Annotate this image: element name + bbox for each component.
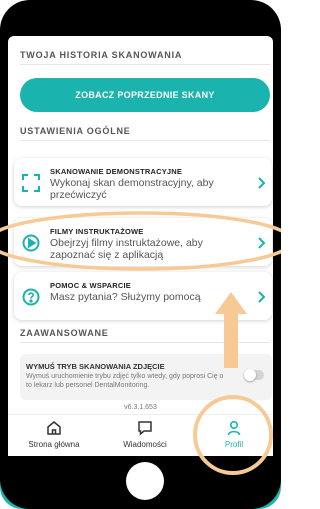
chevron-right-icon [256,236,266,249]
bottom-tab-bar: Strona główna Wiadomości Profil [8,414,273,456]
demo-scan-item[interactable]: SKANOWANIE DEMONSTRACYJNE Wykonaj skan d… [14,158,272,206]
divider [20,64,270,65]
home-icon [45,419,63,437]
tab-home[interactable]: Strona główna [14,419,94,453]
previous-scans-button[interactable]: ZOBACZ POPRZEDNIE SKANY [20,78,270,112]
demo-scan-title: SKANOWANIE DEMONSTRACYJNE [50,167,183,176]
tab-messages[interactable]: Wiadomości [105,419,185,453]
settings-section-title: USTAWIENIA OGÓLNE [20,126,131,136]
force-photo-mode-description: Wymuś uruchomienie trybu zdjęć tylko wte… [26,373,224,389]
help-icon [21,287,41,307]
help-support-title: POMOC & WSPARCIE [50,281,131,290]
tab-profile[interactable]: Profil [194,419,273,453]
tutorial-videos-item[interactable]: FILMY INSTRUKTAŻOWE Obejrzyj filmy instr… [14,218,272,266]
tab-profile-label: Profil [224,440,244,449]
divider [20,140,270,141]
app-screen: TWOJA HISTORIA SKANOWANIA ZOBACZ POPRZED… [8,36,273,456]
help-support-item[interactable]: POMOC & WSPARCIE Masz pytania? Służymy p… [14,272,272,320]
advanced-section-title: ZAAWANSOWANE [20,328,109,338]
tutorial-videos-description: Obejrzyj filmy instruktażowe, aby zapozn… [50,237,203,261]
help-support-description: Masz pytania? Służymy pomocą [50,291,201,303]
app-version: v6.3.1.653 [124,404,157,411]
tutorial-videos-title: FILMY INSTRUKTAŻOWE [50,227,144,236]
force-photo-mode-setting: WYMUŚ TRYB SKANOWANIA ZDJĘCIE Wymuś uruc… [20,354,272,400]
force-photo-mode-toggle[interactable] [244,369,264,381]
home-hardware-button[interactable] [126,462,164,500]
divider [20,342,270,343]
message-icon [136,419,154,437]
profile-icon [225,419,243,437]
toggle-knob [244,369,256,381]
chevron-right-icon [256,290,266,303]
demo-scan-description: Wykonaj skan demonstracyjny, aby przećwi… [50,177,214,201]
force-photo-mode-title: WYMUŚ TRYB SKANOWANIA ZDJĘCIE [26,362,165,371]
play-icon [21,233,41,253]
scan-frame-icon [21,173,41,193]
tab-messages-label: Wiadomości [123,440,167,449]
chevron-right-icon [256,176,266,189]
tab-home-label: Strona główna [28,440,80,449]
history-section-title: TWOJA HISTORIA SKANOWANIA [20,50,183,60]
phone-frame: TWOJA HISTORIA SKANOWANIA ZOBACZ POPRZED… [0,0,281,509]
